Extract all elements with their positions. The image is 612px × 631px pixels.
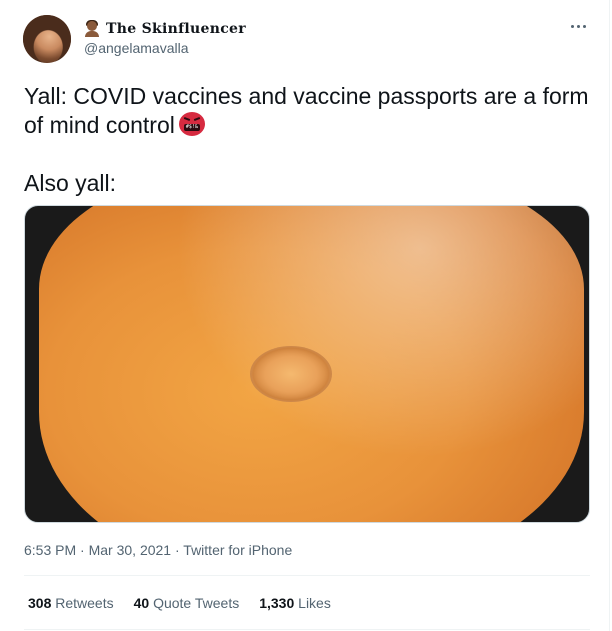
retweets-stat[interactable]: 308 Retweets — [28, 595, 114, 611]
more-options-icon[interactable] — [571, 20, 591, 32]
avatar[interactable] — [23, 15, 71, 63]
angry-face-with-symbols-icon: #$!& — [178, 112, 205, 136]
meta-separator: · — [174, 542, 180, 558]
tweet-date[interactable]: Mar 30, 2021 — [89, 542, 172, 558]
author-name-row[interactable]: The Skinfluencer — [84, 18, 246, 40]
quote-tweets-stat[interactable]: 40 Quote Tweets — [134, 595, 240, 611]
meta-separator: · — [80, 542, 85, 558]
photo-vaccine-scar — [250, 346, 332, 402]
tweet-card: The Skinfluencer @angelamavalla Yall: CO… — [0, 0, 610, 631]
divider — [24, 629, 590, 630]
tweet-text-line1: Yall: COVID vaccines and vaccine passpor… — [24, 83, 589, 138]
tweet-text-line2: Also yall: — [24, 170, 117, 196]
tweet-text: Yall: COVID vaccines and vaccine passpor… — [24, 82, 594, 198]
tweet-time[interactable]: 6:53 PM — [24, 542, 76, 558]
likes-stat[interactable]: 1,330 Likes — [259, 595, 331, 611]
tweet-source[interactable]: Twitter for iPhone — [183, 542, 292, 558]
user-handle[interactable]: @angelamavalla — [84, 40, 189, 56]
divider — [24, 575, 590, 576]
tweet-meta: 6:53 PM · Mar 30, 2021 · Twitter for iPh… — [24, 542, 292, 558]
tweet-photo[interactable] — [24, 205, 590, 523]
display-name[interactable]: The Skinfluencer — [106, 21, 246, 37]
avatar-hair — [23, 15, 71, 63]
person-icon — [84, 20, 100, 37]
tweet-stats: 308 Retweets 40 Quote Tweets 1,330 Likes — [28, 595, 331, 611]
